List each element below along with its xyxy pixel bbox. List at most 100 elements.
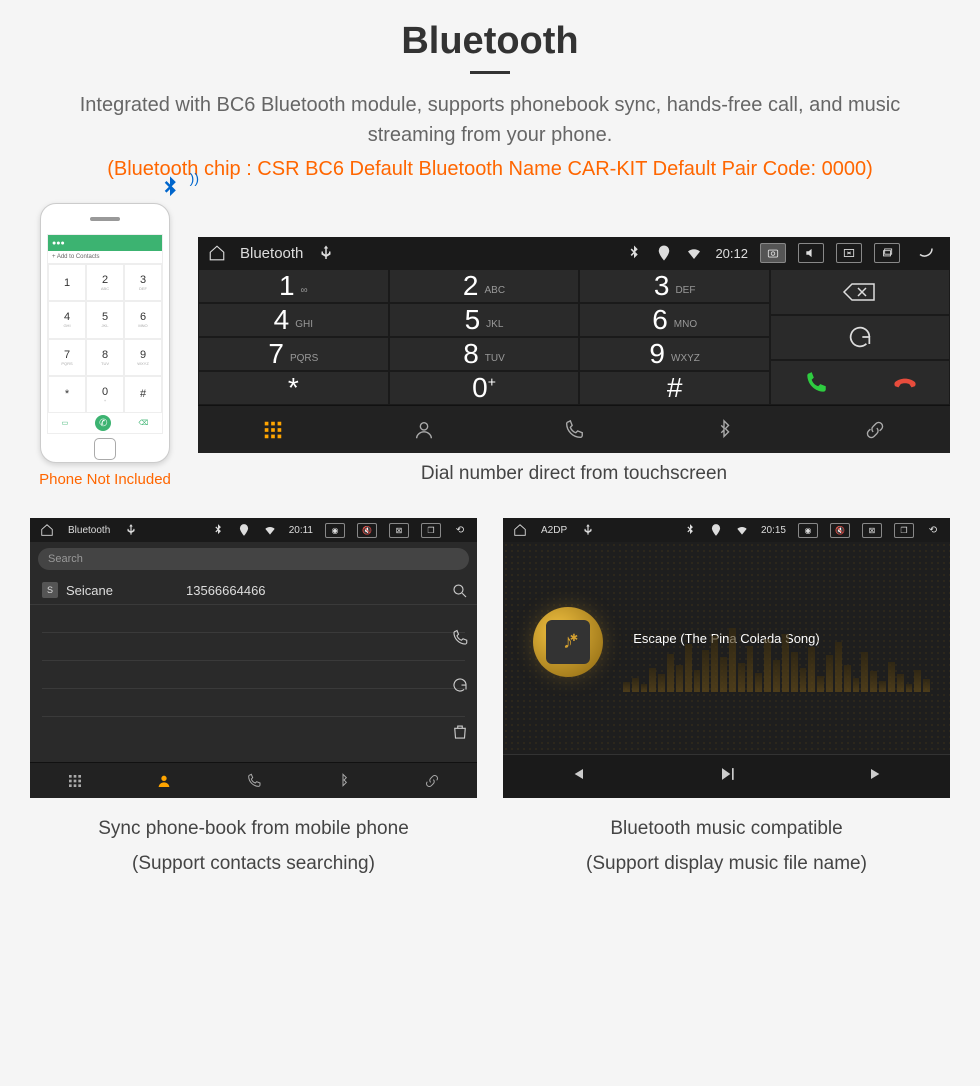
contact-name: Seicane xyxy=(66,583,186,598)
statusbar-title: Bluetooth xyxy=(68,525,110,536)
search-icon[interactable] xyxy=(451,582,469,605)
phonebook-caption: Sync phone-book from mobile phone (Suppo… xyxy=(30,808,477,877)
contacts-list: S Seicane 13566664466 xyxy=(30,576,477,762)
key-4[interactable]: 4GHI xyxy=(198,303,389,337)
delete-icon[interactable] xyxy=(451,723,469,746)
phone-screen: ●●● + Add to Contacts 12ABC3DEF4GHI5JKL6… xyxy=(47,234,163,434)
phonebook-statusbar: Bluetooth 20:11 ◉ 🔇 ⊠ ❐ ⟲ xyxy=(30,518,477,542)
music-note-icon: ♪✱ xyxy=(546,620,590,664)
sync-icon[interactable] xyxy=(451,676,469,699)
music-caption: Bluetooth music compatible (Support disp… xyxy=(503,808,950,877)
list-item xyxy=(42,661,465,689)
call-hangup-button[interactable] xyxy=(860,370,949,396)
redial-button[interactable] xyxy=(770,315,950,360)
back-icon[interactable] xyxy=(912,244,940,262)
bottom-row: Bluetooth 20:11 ◉ 🔇 ⊠ ❐ ⟲ Search xyxy=(0,494,980,887)
screenshot-button[interactable]: ◉ xyxy=(325,523,345,538)
dialer-caption: Dial number direct from touchscreen xyxy=(198,461,950,488)
tab-contacts[interactable] xyxy=(119,763,208,798)
close-app-button[interactable]: ⊠ xyxy=(862,523,882,538)
next-track-button[interactable] xyxy=(866,764,886,789)
prev-track-button[interactable] xyxy=(568,764,588,789)
statusbar-title: Bluetooth xyxy=(240,245,303,262)
dialer-actions xyxy=(770,269,950,405)
key-2[interactable]: 2ABC xyxy=(389,269,580,303)
add-to-contacts: + Add to Contacts xyxy=(48,251,162,264)
equalizer xyxy=(623,612,930,692)
tab-pair[interactable] xyxy=(388,763,477,798)
dialer-keypad: 1∞4GHI7PQRS* 2ABC5JKL8TUV0+ 3DEF6MNO9WXY… xyxy=(198,269,950,405)
usb-icon xyxy=(317,244,335,262)
wifi-icon xyxy=(263,523,277,537)
key-5[interactable]: 5JKL xyxy=(389,303,580,337)
back-icon[interactable]: ⟲ xyxy=(453,523,467,537)
tab-dialpad[interactable] xyxy=(30,763,119,798)
recent-apps-button[interactable] xyxy=(874,243,900,263)
statusbar-title: A2DP xyxy=(541,525,567,536)
tab-contacts[interactable] xyxy=(348,406,498,453)
header-section: Bluetooth Integrated with BC6 Bluetooth … xyxy=(0,0,980,191)
recent-apps-button[interactable]: ❐ xyxy=(894,523,914,538)
phone-home-button xyxy=(94,438,116,460)
volume-button[interactable]: 🔇 xyxy=(357,523,377,538)
tab-dialpad[interactable] xyxy=(198,406,348,453)
search-input[interactable]: Search xyxy=(38,548,469,570)
music-body: Escape (The Pina Colada Song) ♪✱ xyxy=(503,542,950,754)
bluetooth-status-icon xyxy=(625,244,643,262)
phone-keypad: 12ABC3DEF4GHI5JKL6MNO7PQRS8TUV9WXYZ*0+# xyxy=(48,264,162,413)
title-divider xyxy=(470,71,510,74)
tab-call-log[interactable] xyxy=(499,406,649,453)
caption-line: (Support contacts searching) xyxy=(30,851,477,878)
tab-bluetooth[interactable] xyxy=(649,406,799,453)
statusbar-time: 20:11 xyxy=(289,525,313,536)
key-3[interactable]: 3DEF xyxy=(579,269,770,303)
phone-bottom-bar: ▭ ✆ ⌫ xyxy=(48,413,162,433)
tab-call-log[interactable] xyxy=(209,763,298,798)
location-icon xyxy=(709,523,723,537)
album-art: ♪✱ xyxy=(533,607,603,677)
page-description: Integrated with BC6 Bluetooth module, su… xyxy=(30,90,950,150)
call-answer-button[interactable] xyxy=(771,370,860,396)
screenshot-button[interactable] xyxy=(760,243,786,263)
location-icon xyxy=(655,244,673,262)
tab-pair[interactable] xyxy=(800,406,950,453)
usb-icon xyxy=(581,523,595,537)
phone-top xyxy=(41,204,169,234)
home-icon[interactable] xyxy=(40,523,54,537)
location-icon xyxy=(237,523,251,537)
call-icon[interactable] xyxy=(451,629,469,652)
bluetooth-status-icon xyxy=(211,523,225,537)
backspace-button[interactable] xyxy=(770,269,950,314)
signal-waves-icon: )) xyxy=(190,170,199,186)
music-panel: A2DP 20:15 ◉ 🔇 ⊠ ❐ ⟲ Escape (The Pina xyxy=(503,518,950,877)
key-8[interactable]: 8TUV xyxy=(389,337,580,371)
close-app-button[interactable]: ⊠ xyxy=(389,523,409,538)
dialer-statusbar: Bluetooth 20:12 xyxy=(198,237,950,269)
music-screen: A2DP 20:15 ◉ 🔇 ⊠ ❐ ⟲ Escape (The Pina xyxy=(503,518,950,798)
statusbar-time: 20:15 xyxy=(761,525,786,536)
back-icon[interactable]: ⟲ xyxy=(926,523,940,537)
phone-caption: Phone Not Included xyxy=(39,471,171,488)
volume-button[interactable]: 🔇 xyxy=(830,523,850,538)
key-0[interactable]: 0+ xyxy=(389,371,580,405)
backspace-icon: ⌫ xyxy=(139,419,149,427)
contact-row[interactable]: S Seicane 13566664466 xyxy=(30,576,477,605)
home-icon[interactable] xyxy=(513,523,527,537)
screenshot-button[interactable]: ◉ xyxy=(798,523,818,538)
recent-apps-button[interactable]: ❐ xyxy=(421,523,441,538)
call-controls xyxy=(770,360,950,405)
dialer-screen: Bluetooth 20:12 1∞4GHI7PQRS* 2ABC xyxy=(198,237,950,453)
close-app-button[interactable] xyxy=(836,243,862,263)
tab-bluetooth[interactable] xyxy=(298,763,387,798)
phonebook-screen: Bluetooth 20:11 ◉ 🔇 ⊠ ❐ ⟲ Search xyxy=(30,518,477,798)
volume-button[interactable] xyxy=(798,243,824,263)
home-icon[interactable] xyxy=(208,244,226,262)
play-pause-button[interactable] xyxy=(717,764,737,789)
key-#[interactable]: # xyxy=(579,371,770,405)
key-9[interactable]: 9WXYZ xyxy=(579,337,770,371)
call-button-icon: ✆ xyxy=(95,415,111,431)
key-1[interactable]: 1∞ xyxy=(198,269,389,303)
key-*[interactable]: * xyxy=(198,371,389,405)
key-6[interactable]: 6MNO xyxy=(579,303,770,337)
key-7[interactable]: 7PQRS xyxy=(198,337,389,371)
